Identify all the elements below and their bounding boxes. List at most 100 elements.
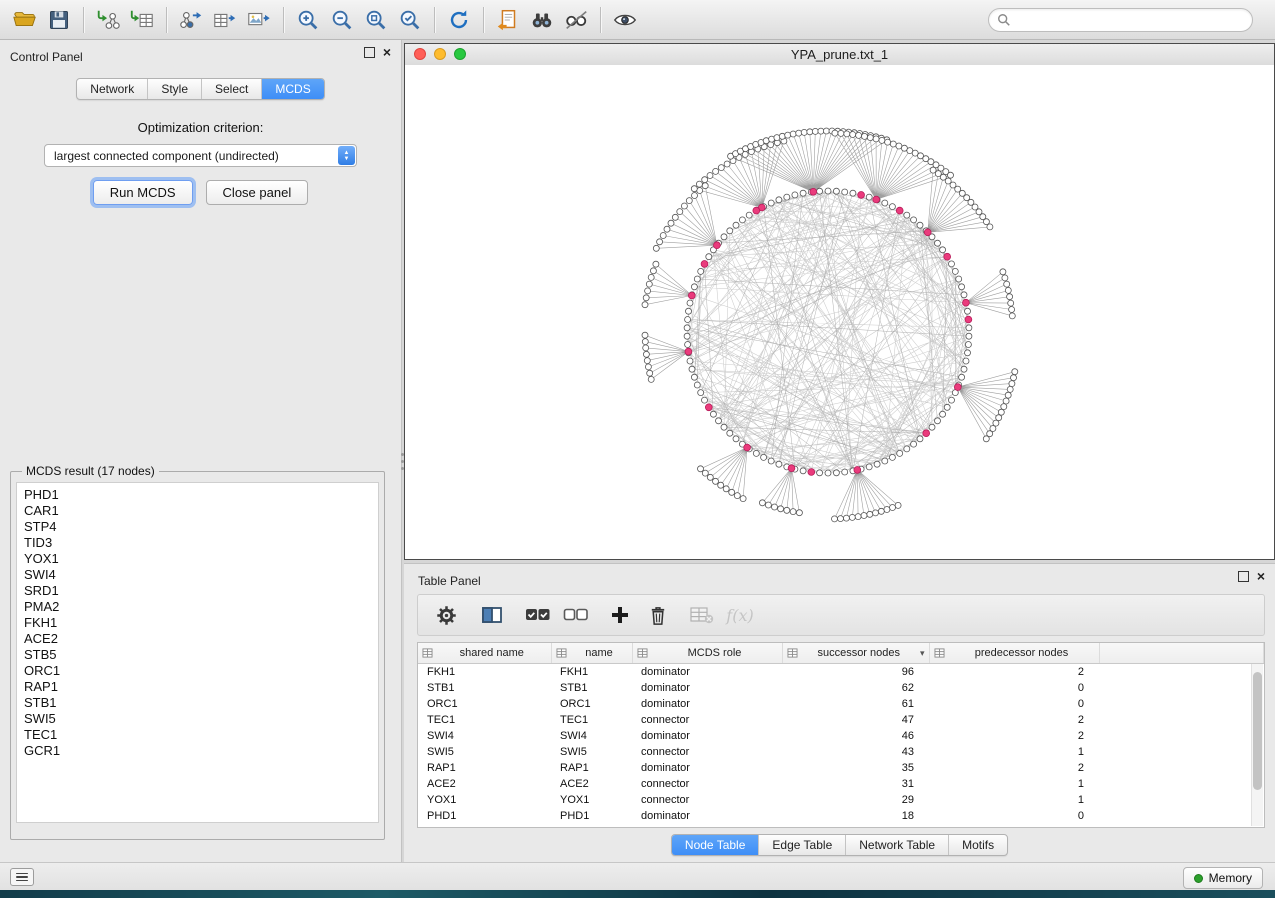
- hide-details-button[interactable]: [559, 4, 593, 36]
- tab-edge-table[interactable]: Edge Table: [759, 835, 846, 855]
- table-row[interactable]: ACE2 ACE2 connector 31 1: [418, 776, 1264, 792]
- memory-button[interactable]: Memory: [1183, 867, 1263, 889]
- table-row[interactable]: RAP1 RAP1 dominator 35 2: [418, 760, 1264, 776]
- network-canvas[interactable]: [405, 65, 1274, 559]
- export-table-button[interactable]: [208, 4, 242, 36]
- status-bar: Memory: [0, 862, 1275, 890]
- save-button[interactable]: [42, 4, 76, 36]
- optimization-criterion-select[interactable]: largest connected component (undirected)…: [44, 144, 357, 167]
- mcds-result-item[interactable]: CAR1: [24, 503, 371, 519]
- tab-network-table[interactable]: Network Table: [846, 835, 949, 855]
- mcds-result-item[interactable]: ACE2: [24, 631, 371, 647]
- mcds-result-item[interactable]: RAP1: [24, 679, 371, 695]
- mcds-result-item[interactable]: TID3: [24, 535, 371, 551]
- cell-successor-nodes: 96: [782, 664, 929, 681]
- show-columns-button[interactable]: [476, 600, 508, 630]
- mcds-result-item[interactable]: STB5: [24, 647, 371, 663]
- mcds-result-item[interactable]: PHD1: [24, 487, 371, 503]
- mcds-result-item[interactable]: SWI4: [24, 567, 371, 583]
- float-panel-icon[interactable]: [1238, 571, 1249, 582]
- cell-successor-nodes: 18: [782, 808, 929, 824]
- mcds-result-item[interactable]: STP4: [24, 519, 371, 535]
- close-panel-icon[interactable]: ×: [383, 46, 391, 58]
- create-column-button[interactable]: [604, 600, 636, 630]
- network-window-title: YPA_prune.txt_1: [791, 47, 888, 62]
- tab-select[interactable]: Select: [202, 79, 262, 99]
- deselect-all-button[interactable]: [560, 600, 592, 630]
- tab-mcds[interactable]: MCDS: [262, 79, 323, 99]
- table-row[interactable]: PHD1 PHD1 dominator 18 0: [418, 808, 1264, 824]
- mcds-result-item[interactable]: SWI5: [24, 711, 371, 727]
- mcds-result-item[interactable]: YOX1: [24, 551, 371, 567]
- open-file-button[interactable]: [8, 4, 42, 36]
- export-network-button[interactable]: [174, 4, 208, 36]
- mcds-result-item[interactable]: SRD1: [24, 583, 371, 599]
- table-row[interactable]: SWI4 SWI4 dominator 46 2: [418, 728, 1264, 744]
- eye-icon: [612, 7, 638, 33]
- export-image-icon: [246, 7, 272, 33]
- show-graphics-details-button[interactable]: [608, 4, 642, 36]
- mcds-result-item[interactable]: TEC1: [24, 727, 371, 743]
- column-header-name[interactable]: name: [551, 643, 632, 664]
- table-row[interactable]: ORC1 ORC1 dominator 61 0: [418, 696, 1264, 712]
- table-row[interactable]: TEC1 TEC1 connector 47 2: [418, 712, 1264, 728]
- column-header-mcds-role[interactable]: MCDS role: [632, 643, 782, 664]
- window-minimize-button[interactable]: [434, 48, 446, 60]
- cell-predecessor-nodes: 1: [929, 792, 1099, 808]
- mcds-result-item[interactable]: FKH1: [24, 615, 371, 631]
- column-header-predecessor-nodes[interactable]: predecessor nodes: [929, 643, 1099, 664]
- zoom-in-button[interactable]: [291, 4, 325, 36]
- cell-name: YOX1: [551, 792, 632, 808]
- export-image-button[interactable]: [242, 4, 276, 36]
- mcds-result-title: MCDS result (17 nodes): [22, 464, 159, 478]
- toolbar-separator: [483, 7, 484, 33]
- refresh-button[interactable]: [442, 4, 476, 36]
- function-builder-button: f(x): [724, 600, 756, 630]
- network-graph[interactable]: [405, 65, 1274, 559]
- mcds-result-item[interactable]: PMA2: [24, 599, 371, 615]
- search-network-button[interactable]: [525, 4, 559, 36]
- zoom-fit-button[interactable]: [359, 4, 393, 36]
- mcds-result-item[interactable]: STB1: [24, 695, 371, 711]
- window-close-button[interactable]: [414, 48, 426, 60]
- zoom-out-button[interactable]: [325, 4, 359, 36]
- run-mcds-button[interactable]: Run MCDS: [93, 180, 193, 205]
- cell-predecessor-nodes: 0: [929, 808, 1099, 824]
- close-panel-icon[interactable]: ×: [1257, 570, 1265, 582]
- cell-mcds-role: dominator: [632, 760, 782, 776]
- cell-shared-name: SWI5: [418, 744, 551, 760]
- import-table-button[interactable]: [125, 4, 159, 36]
- cell-predecessor-nodes: 0: [929, 680, 1099, 696]
- mcds-result-item[interactable]: GCR1: [24, 743, 371, 759]
- table-row[interactable]: STB1 STB1 dominator 62 0: [418, 680, 1264, 696]
- memory-status-icon: [1194, 874, 1203, 883]
- column-header-successor-nodes[interactable]: successor nodes▾: [782, 643, 929, 664]
- tab-style[interactable]: Style: [148, 79, 202, 99]
- tab-motifs[interactable]: Motifs: [949, 835, 1007, 855]
- window-zoom-button[interactable]: [454, 48, 466, 60]
- table-row[interactable]: FKH1 FKH1 dominator 96 2: [418, 664, 1264, 681]
- zoom-selected-button[interactable]: [393, 4, 427, 36]
- table-scrollbar[interactable]: [1251, 664, 1263, 826]
- tab-node-table[interactable]: Node Table: [672, 835, 760, 855]
- tab-network[interactable]: Network: [77, 79, 148, 99]
- table-row[interactable]: SWI5 SWI5 connector 43 1: [418, 744, 1264, 760]
- table-settings-button[interactable]: [430, 600, 462, 630]
- main-toolbar: [0, 0, 1275, 40]
- share-document-button[interactable]: [491, 4, 525, 36]
- sort-indicator-icon[interactable]: ▾: [920, 648, 925, 659]
- close-panel-button[interactable]: Close panel: [206, 180, 309, 205]
- delete-column-button[interactable]: [642, 600, 674, 630]
- trash-icon: [648, 605, 668, 626]
- column-header-shared-name[interactable]: shared name: [418, 643, 551, 664]
- search-input[interactable]: [1011, 12, 1244, 28]
- import-network-button[interactable]: [91, 4, 125, 36]
- select-all-button[interactable]: [522, 600, 554, 630]
- float-panel-icon[interactable]: [364, 47, 375, 58]
- cell-successor-nodes: 43: [782, 744, 929, 760]
- mcds-result-item[interactable]: ORC1: [24, 663, 371, 679]
- scrollbar-thumb[interactable]: [1253, 672, 1262, 790]
- task-history-button[interactable]: [10, 868, 34, 886]
- network-window-titlebar[interactable]: YPA_prune.txt_1: [405, 44, 1274, 66]
- table-row[interactable]: YOX1 YOX1 connector 29 1: [418, 792, 1264, 808]
